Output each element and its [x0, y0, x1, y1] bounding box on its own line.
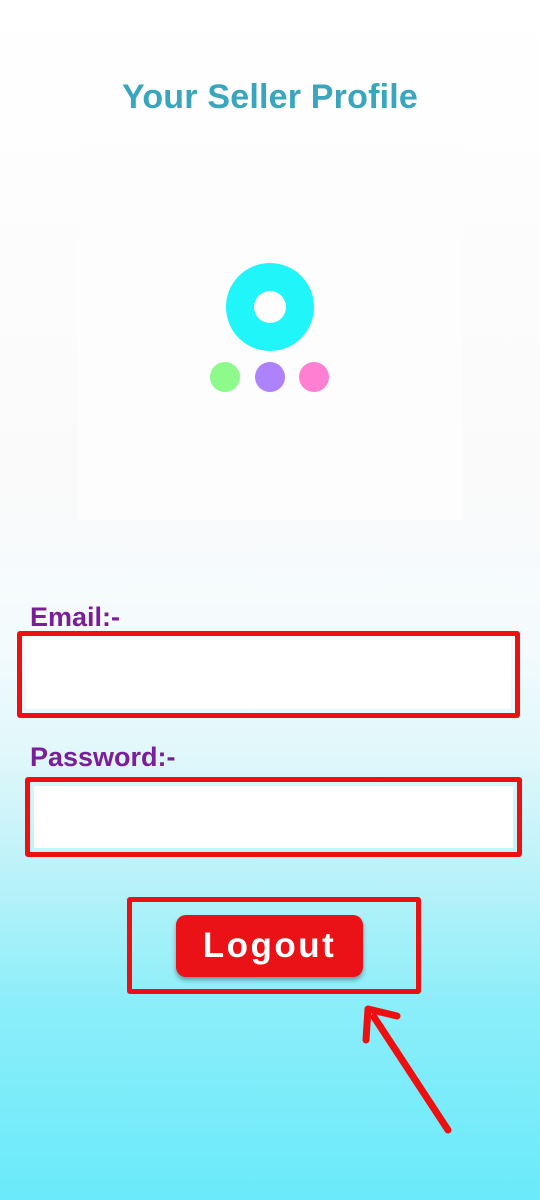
logout-button[interactable]: Logout — [176, 915, 363, 977]
app-logo-icon — [226, 263, 314, 351]
logo-dot-purple — [255, 362, 285, 392]
page-title: Your Seller Profile — [121, 78, 419, 116]
logo-dot-green — [210, 362, 240, 392]
email-label: Email:- — [30, 602, 121, 632]
password-label: Password:- — [30, 742, 176, 772]
password-field[interactable] — [34, 786, 513, 848]
email-field[interactable] — [26, 640, 511, 709]
logo-panel — [78, 145, 462, 520]
logo-dot-pink — [299, 362, 329, 392]
logo-ring-hole — [254, 291, 286, 323]
